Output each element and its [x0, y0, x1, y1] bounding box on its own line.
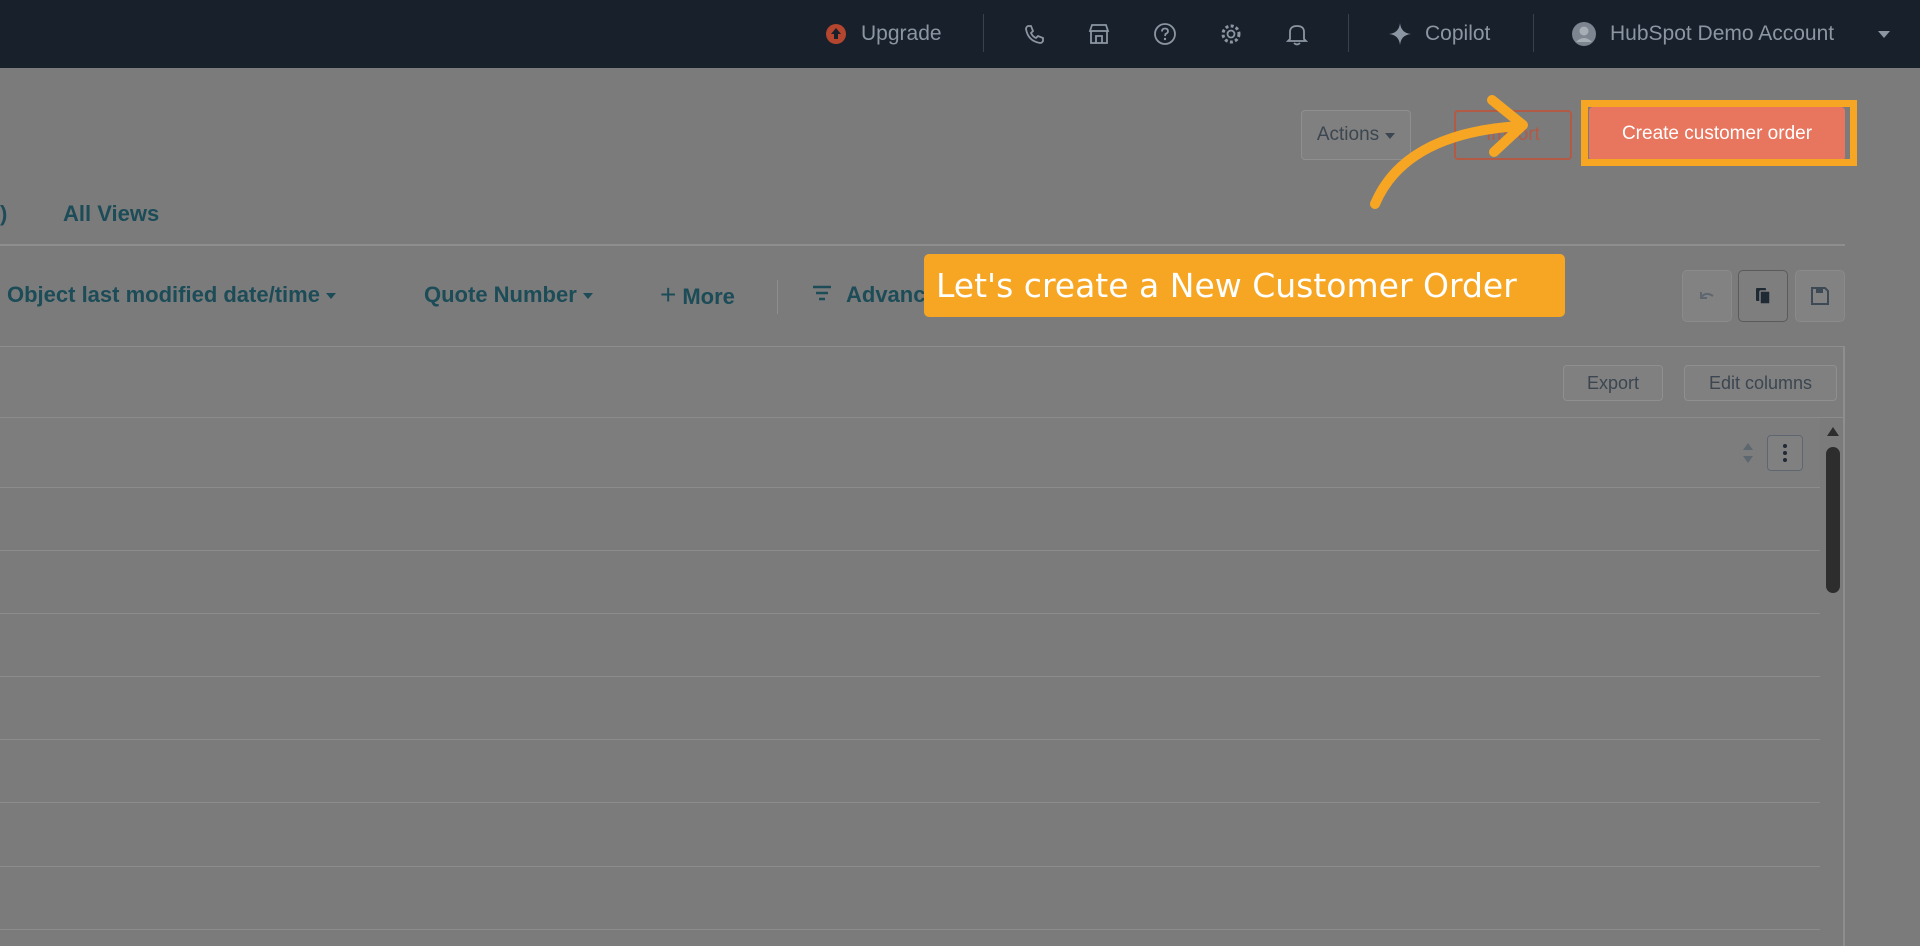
column-options-button[interactable]	[1767, 435, 1803, 471]
sort-icon[interactable]	[1741, 441, 1755, 470]
table-row	[0, 802, 1820, 803]
table-row	[0, 676, 1820, 677]
table-row	[0, 739, 1820, 740]
table-row	[0, 929, 1820, 930]
divider	[983, 14, 984, 52]
chevron-down-icon[interactable]	[1870, 20, 1898, 48]
table-header-row	[0, 418, 1820, 488]
undo-icon	[1700, 292, 1714, 299]
scroll-up-arrow[interactable]	[1826, 425, 1840, 443]
advanced-label: Advanc	[846, 282, 926, 307]
filter-quote-number[interactable]: Quote Number	[424, 282, 593, 308]
undo-view-button[interactable]	[1682, 270, 1732, 322]
tab-partial[interactable]: )	[0, 201, 7, 227]
account-menu[interactable]: HubSpot Demo Account	[1610, 0, 1834, 68]
callout-arrow	[1370, 95, 1528, 209]
avatar[interactable]	[1570, 20, 1598, 48]
chevron-down-icon	[325, 293, 336, 299]
export-button[interactable]: Export	[1563, 365, 1663, 401]
filter-lines-icon	[812, 282, 832, 308]
tab-all-views[interactable]: All Views	[63, 201, 159, 227]
upgrade-link[interactable]: Upgrade	[861, 0, 942, 68]
save-icon	[1811, 287, 1829, 305]
highlight-frame	[1581, 100, 1857, 166]
advanced-filters-button[interactable]: Advanc	[812, 282, 925, 308]
clone-view-button[interactable]	[1738, 270, 1788, 322]
divider	[777, 280, 778, 314]
upgrade-icon	[822, 20, 850, 48]
scrollbar-thumb[interactable]	[1826, 447, 1840, 593]
phone-icon[interactable]	[1020, 20, 1048, 48]
chevron-down-icon	[582, 293, 593, 299]
settings-icon[interactable]	[1217, 20, 1245, 48]
divider	[1348, 14, 1349, 52]
edit-columns-button[interactable]: Edit columns	[1684, 365, 1837, 401]
table-row	[0, 613, 1820, 614]
copilot-button[interactable]: Copilot	[1425, 0, 1490, 68]
callout-text: Let's create a New Customer Order	[936, 266, 1517, 305]
filter-modified-date[interactable]: Object last modified date/time	[7, 282, 336, 308]
copilot-sparkle-icon	[1386, 20, 1414, 48]
tutorial-callout: Let's create a New Customer Order	[924, 254, 1565, 317]
copy-icon	[1756, 288, 1771, 305]
tabs-divider	[0, 244, 1845, 246]
divider	[1533, 14, 1534, 52]
save-view-button[interactable]	[1795, 270, 1845, 322]
top-nav-bar: Upgrade Copilot HubSpot Demo Account	[0, 0, 1920, 68]
marketplace-icon[interactable]	[1085, 20, 1113, 48]
table-row	[0, 550, 1820, 551]
more-label: More	[682, 283, 735, 309]
filter-modified-label: Object last modified date/time	[7, 282, 320, 307]
plus-icon: +	[660, 279, 677, 310]
filter-quote-label: Quote Number	[424, 282, 577, 307]
table-row	[0, 866, 1820, 867]
more-filters-button[interactable]: + More	[660, 279, 735, 311]
notifications-icon[interactable]	[1283, 20, 1311, 48]
help-icon[interactable]	[1151, 20, 1179, 48]
more-vertical-icon	[1783, 444, 1787, 462]
